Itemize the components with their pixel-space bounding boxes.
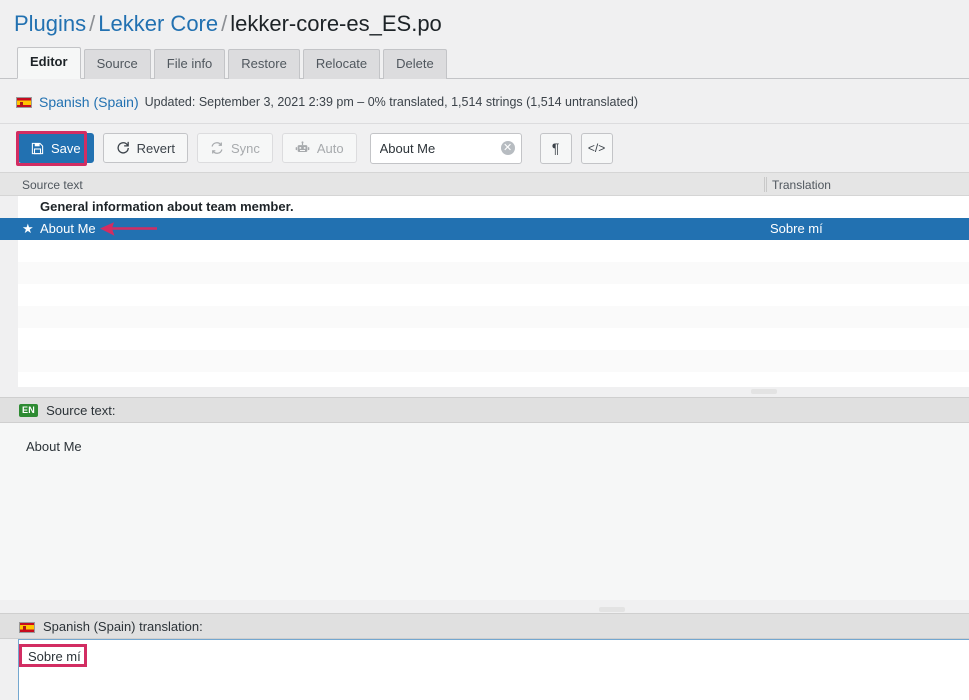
code-tags-icon[interactable]: </> bbox=[581, 133, 613, 164]
robot-icon bbox=[295, 141, 310, 155]
list-row-empty[interactable] bbox=[18, 372, 969, 387]
list-row-selected[interactable]: ★ About Me Sobre mí bbox=[18, 218, 969, 240]
list-row-empty[interactable] bbox=[18, 306, 969, 328]
list-row-empty[interactable] bbox=[18, 284, 969, 306]
breadcrumb-separator-2: / bbox=[218, 11, 230, 36]
sync-arrows-icon bbox=[210, 141, 224, 155]
clear-circle-icon[interactable]: ✕ bbox=[501, 141, 515, 155]
list-row-selected-bleed bbox=[0, 218, 18, 240]
breadcrumb-project-link[interactable]: Lekker Core bbox=[98, 11, 218, 36]
string-list: General information about team member. ★… bbox=[18, 196, 969, 387]
auto-translate-button-label: Auto bbox=[317, 142, 344, 155]
list-row-empty[interactable] bbox=[18, 328, 969, 350]
tab-restore[interactable]: Restore bbox=[228, 49, 300, 79]
language-badge-en: EN bbox=[19, 404, 38, 417]
list-row-empty[interactable] bbox=[18, 350, 969, 372]
floppy-disk-icon bbox=[31, 142, 44, 155]
star-icon[interactable]: ★ bbox=[22, 222, 34, 236]
list-row-source-text: About Me bbox=[40, 218, 96, 240]
revert-button[interactable]: Revert bbox=[103, 133, 188, 163]
revert-button-label: Revert bbox=[137, 142, 175, 155]
source-text-value: About Me bbox=[0, 423, 969, 600]
save-button-label: Save bbox=[51, 142, 81, 155]
list-panel-resize-grip[interactable] bbox=[751, 389, 777, 394]
save-button[interactable]: Save bbox=[18, 133, 94, 163]
flag-spain-icon bbox=[19, 622, 35, 633]
auto-translate-button[interactable]: Auto bbox=[282, 133, 357, 163]
editor-toolbar: Save Revert Sync bbox=[0, 124, 969, 172]
translation-editor-screen: Plugins/Lekker Core/lekker-core-es_ES.po… bbox=[0, 0, 969, 700]
list-row-comment: General information about team member. bbox=[18, 196, 969, 218]
pilcrow-icon[interactable]: ¶ bbox=[540, 133, 572, 164]
translation-panel-label: Spanish (Spain) translation: bbox=[0, 613, 969, 639]
search-input[interactable] bbox=[370, 133, 522, 164]
tab-source[interactable]: Source bbox=[84, 49, 151, 79]
tab-delete[interactable]: Delete bbox=[383, 49, 447, 79]
sync-button[interactable]: Sync bbox=[197, 133, 273, 163]
source-panel-resize-grip[interactable] bbox=[599, 607, 625, 612]
column-header-translation[interactable]: Translation bbox=[772, 178, 831, 192]
string-list-header: Source text Translation bbox=[0, 172, 969, 196]
flag-spain-icon bbox=[16, 97, 32, 108]
refresh-cw-icon bbox=[116, 141, 130, 155]
column-resize-grip[interactable] bbox=[764, 177, 767, 192]
language-link[interactable]: Spanish (Spain) bbox=[39, 94, 139, 110]
tab-file-info[interactable]: File info bbox=[154, 49, 226, 79]
translation-input[interactable] bbox=[18, 639, 969, 700]
column-header-source[interactable]: Source text bbox=[22, 178, 83, 192]
tab-bar: Editor Source File info Restore Relocate… bbox=[0, 48, 969, 79]
tab-relocate[interactable]: Relocate bbox=[303, 49, 380, 79]
breadcrumb-plugins-link[interactable]: Plugins bbox=[14, 11, 86, 36]
sync-button-label: Sync bbox=[231, 142, 260, 155]
tab-editor[interactable]: Editor bbox=[17, 47, 81, 79]
list-row-translation-text: Sobre mí bbox=[770, 218, 823, 240]
list-row-empty[interactable] bbox=[18, 240, 969, 262]
file-status-line: Spanish (Spain) Updated: September 3, 20… bbox=[0, 80, 969, 124]
list-row-empty[interactable] bbox=[18, 262, 969, 284]
breadcrumb: Plugins/Lekker Core/lekker-core-es_ES.po bbox=[14, 8, 442, 40]
breadcrumb-current-file: lekker-core-es_ES.po bbox=[230, 11, 442, 36]
search-field-wrapper: ✕ bbox=[370, 133, 522, 164]
source-text-panel-label-text: Source text: bbox=[46, 403, 115, 418]
file-status-meta: Updated: September 3, 2021 2:39 pm – 0% … bbox=[145, 95, 638, 109]
translation-panel-label-text: Spanish (Spain) translation: bbox=[43, 619, 203, 634]
source-text-panel-label: EN Source text: bbox=[0, 397, 969, 423]
breadcrumb-separator-1: / bbox=[86, 11, 98, 36]
